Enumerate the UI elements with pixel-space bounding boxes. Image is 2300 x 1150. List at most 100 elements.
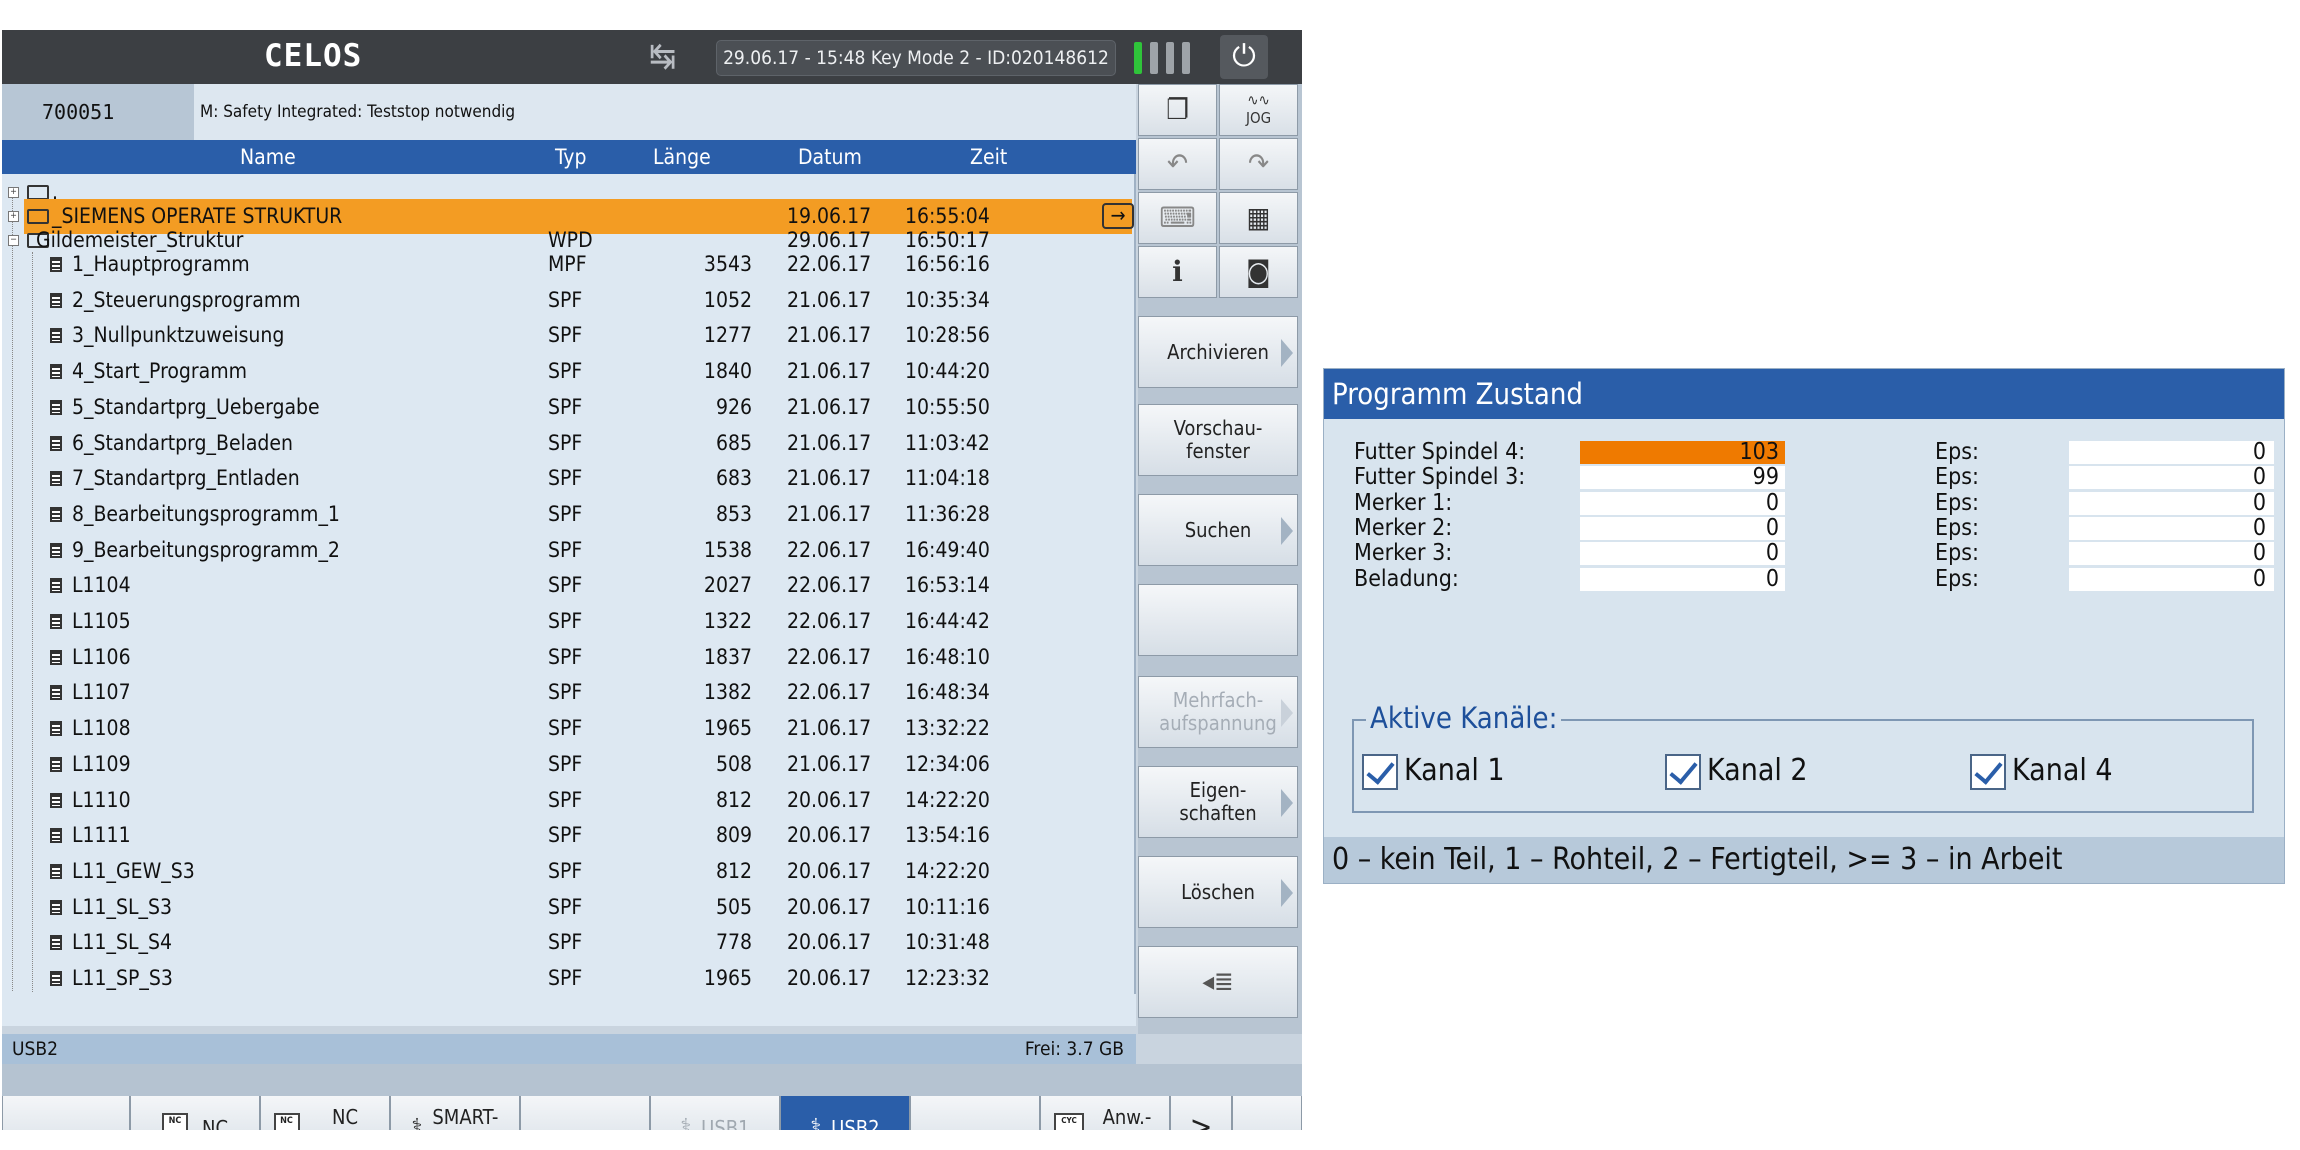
eps-value-field[interactable]: 0 <box>2069 516 2274 540</box>
file-row[interactable]: 9_Bearbeitungsprogramm_2 SPF 1538 22.06.17 1… <box>2 533 1130 568</box>
redo-icon[interactable]: ↷ <box>1219 138 1298 190</box>
file-row[interactable]: L1108 SPF 1965 21.06.17 13:32:22 <box>2 711 1130 746</box>
file-row[interactable]: L1107 SPF 1382 22.06.17 16:48:34 <box>2 675 1130 710</box>
empty-bottom-key[interactable] <box>520 1096 650 1130</box>
panel-footer-legend: 0 – kein Teil, 1 – Rohteil, 2 – Fertigte… <box>1324 837 2284 883</box>
checkbox-checked-icon[interactable] <box>1970 753 2006 790</box>
zustand-value-field[interactable]: 0 <box>1580 542 1785 566</box>
row-zeit: 13:32:22 <box>905 716 990 741</box>
zustand-value-field[interactable]: 0 <box>1580 567 1785 591</box>
document-icon <box>50 971 62 986</box>
cnc-screen: CELOS ↹ 29.06.17 - 15:48 Key Mode 2 - ID… <box>2 30 1302 1130</box>
usb2-button[interactable]: ⚕ USB2 <box>780 1096 910 1130</box>
zustand-value-field[interactable]: 0 <box>1580 516 1785 540</box>
file-row[interactable]: 5_Standartprg_Uebergabe SPF 926 21.06.17 10:… <box>2 390 1130 425</box>
file-row[interactable]: L1106 SPF 1837 22.06.17 16:48:10 <box>2 640 1130 675</box>
eps-value-field[interactable]: 0 <box>2069 567 2274 591</box>
file-row[interactable]: L1105 SPF 1322 22.06.17 16:44:42 <box>2 604 1130 639</box>
row-name: 4_Start_Programm <box>72 359 248 384</box>
file-row[interactable]: 2_Steuerungsprogramm SPF 1052 21.06.17 10:35… <box>2 283 1130 318</box>
kanal-1-checkbox[interactable]: Kanal 1 <box>1362 751 1505 791</box>
file-row[interactable]: 8_Bearbeitungsprogramm_1 SPF 853 21.06.17 11… <box>2 497 1130 532</box>
expand-icon[interactable]: + <box>8 187 19 198</box>
anw-zyklen-button[interactable]: CYC Anw.- zyklen <box>1040 1096 1170 1130</box>
empty-bottom-key[interactable] <box>910 1096 1040 1130</box>
vorschaufenster-softkey[interactable]: Vorschau- fenster <box>1138 404 1298 476</box>
document-icon <box>50 542 62 558</box>
column-name[interactable]: Name <box>240 140 296 174</box>
collapse-icon[interactable]: − <box>8 235 19 246</box>
empty-bottom-key[interactable] <box>1232 1096 1302 1130</box>
column-laenge[interactable]: Länge <box>653 140 711 174</box>
file-row[interactable]: L11_SL_S4 SPF 778 20.06.17 10:31:48 <box>2 925 1130 960</box>
kanal-4-checkbox[interactable]: Kanal 4 <box>1970 751 2113 791</box>
eigenschaften-softkey[interactable]: Eigen- schaften <box>1138 766 1298 838</box>
programm-zustand-panel: Programm Zustand Futter Spindel 4: 103 Eps… <box>1323 368 2285 884</box>
archivieren-softkey[interactable]: Archivieren <box>1138 316 1298 388</box>
row-zeit: 12:23:32 <box>905 966 990 990</box>
scrollbar[interactable] <box>1134 174 1136 994</box>
jog-button[interactable]: ∿∿ JOG <box>1219 84 1298 136</box>
file-row[interactable]: 3_Nullpunktzuweisung SPF 1277 21.06.17 10:28… <box>2 318 1130 353</box>
file-row[interactable]: L11_GEW_S3 SPF 812 20.06.17 14:22:20 <box>2 854 1130 889</box>
row-datum: 22.06.17 <box>787 537 872 562</box>
checkbox-checked-icon[interactable] <box>1665 753 1701 790</box>
smart-key-button[interactable]: ⚕ SMART- KEY <box>390 1096 520 1130</box>
file-row[interactable]: L1111 SPF 809 20.06.17 13:54:16 <box>2 818 1130 853</box>
eps-value-field[interactable]: 0 <box>2069 491 2274 515</box>
swap-icon[interactable]: ↹ <box>649 38 676 76</box>
loeschen-softkey[interactable]: Löschen <box>1138 856 1298 928</box>
row-typ: SPF <box>548 359 583 384</box>
column-zeit[interactable]: Zeit <box>970 140 1007 174</box>
keyboard-icon[interactable]: ⌨ <box>1138 192 1217 244</box>
row-typ: SPF <box>548 930 583 955</box>
row-datum: 21.06.17 <box>787 287 872 312</box>
empty-softkey[interactable] <box>1138 584 1298 656</box>
zustand-value-field[interactable]: 103 <box>1580 441 1785 464</box>
window-switch-icon[interactable]: ❐ <box>1138 84 1217 136</box>
undo-icon[interactable]: ↶ <box>1138 138 1217 190</box>
zustand-label: Futter Spindel 4: <box>1354 439 1526 465</box>
calculator-icon[interactable]: ▦ <box>1219 192 1298 244</box>
checkbox-checked-icon[interactable] <box>1362 753 1398 790</box>
file-row[interactable]: 7_Standartprg_Entladen SPF 683 21.06.17 11:0… <box>2 461 1130 496</box>
power-button[interactable]: ⏻ <box>1220 35 1268 79</box>
suchen-softkey[interactable]: Suchen <box>1138 494 1298 566</box>
column-typ[interactable]: Typ <box>555 140 586 174</box>
nc-button[interactable]: NC NC <box>130 1096 260 1130</box>
usb1-button[interactable]: ⚕ USB1 <box>650 1096 780 1130</box>
file-row[interactable]: L11_SP_S3 SPF 1965 20.06.17 12:23:32 <box>2 961 1130 996</box>
file-row[interactable]: L1110 SPF 812 20.06.17 14:22:20 <box>2 783 1130 818</box>
expand-icon[interactable]: + <box>8 211 19 222</box>
eps-value-field[interactable]: 0 <box>2069 441 2274 464</box>
row-name: L11_GEW_S3 <box>72 858 195 883</box>
zustand-value-field[interactable]: 99 <box>1580 466 1785 490</box>
top-bar: CELOS ↹ 29.06.17 - 15:48 Key Mode 2 - ID… <box>2 30 1302 84</box>
kanal-2-checkbox[interactable]: Kanal 2 <box>1665 751 1808 791</box>
document-icon <box>50 721 62 737</box>
row-zeit: 16:49:40 <box>905 537 990 562</box>
file-row[interactable]: 4_Start_Programm SPF 1840 21.06.17 10:44:20 <box>2 354 1130 389</box>
eps-value-field[interactable]: 0 <box>2069 542 2274 566</box>
empty-bottom-key[interactable] <box>2 1096 130 1130</box>
row-name: L1107 <box>72 680 131 705</box>
bottom-softkeys: NC NC NC NC Extend ⚕ SMART- KEY ⚕ USB1 ⚕ USB2… <box>2 1096 1302 1130</box>
row-typ: SPF <box>548 430 583 455</box>
file-row[interactable]: L11_SL_S3 SPF 505 20.06.17 10:11:16 <box>2 890 1130 925</box>
row-laenge: 3543 <box>703 252 752 276</box>
eps-value-field[interactable]: 0 <box>2069 466 2274 490</box>
usb-icon: ⚕ <box>810 1115 822 1131</box>
nc-extend-button[interactable]: NC NC Extend <box>260 1096 390 1130</box>
zustand-value-field[interactable]: 0 <box>1580 491 1785 515</box>
column-datum[interactable]: Datum <box>798 140 862 174</box>
info-button[interactable]: i <box>1138 246 1217 298</box>
file-row[interactable]: 6_Standartprg_Beladen SPF 685 21.06.17 11:03… <box>2 426 1130 461</box>
file-row[interactable]: L1104 SPF 2027 22.06.17 16:53:14 <box>2 568 1130 603</box>
back-list-icon[interactable]: ◂≣ <box>1138 946 1298 1018</box>
file-row[interactable]: L1109 SPF 508 21.06.17 12:34:06 <box>2 747 1130 782</box>
camera-icon[interactable]: ◙ <box>1219 246 1298 298</box>
document-icon <box>50 792 62 808</box>
more-button[interactable]: > <box>1170 1096 1232 1130</box>
mehrfachaufspannung-softkey[interactable]: Mehrfach- aufspannung <box>1138 676 1298 748</box>
file-row[interactable]: 1_Hauptprogramm MPF 3543 22.06.17 16:56:16 <box>2 247 1130 282</box>
